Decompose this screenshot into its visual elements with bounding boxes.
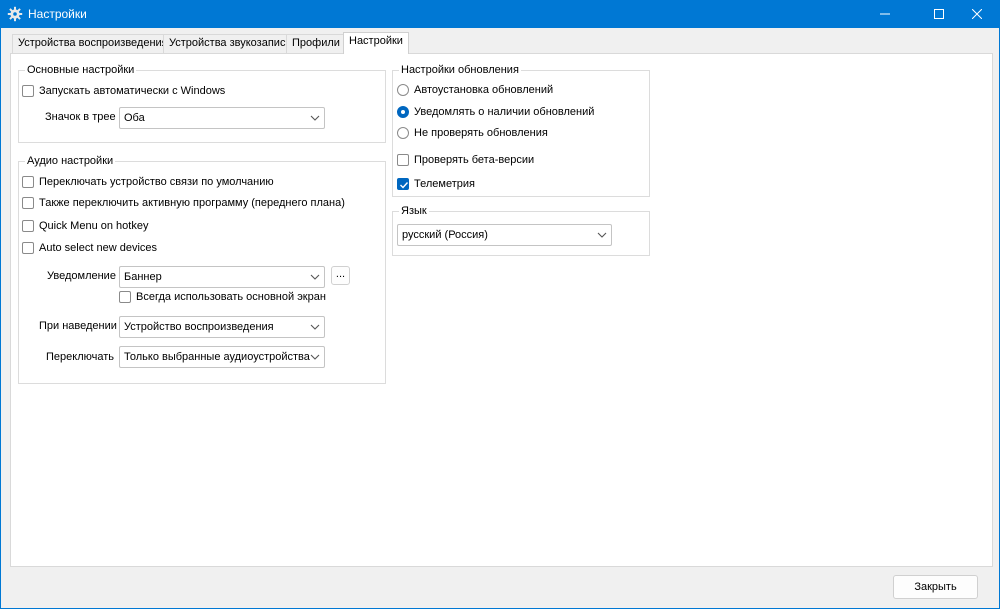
tab-recording-devices[interactable]: Устройства звукозаписи xyxy=(163,34,292,53)
autostart-checkbox[interactable]: Запускать автоматически с Windows xyxy=(22,85,225,97)
tab-settings[interactable]: Настройки xyxy=(343,32,409,54)
quick-menu-hotkey-checkbox[interactable]: Quick Menu on hotkey xyxy=(22,220,148,232)
auto-install-updates-radio[interactable]: Автоустановка обновлений xyxy=(397,84,553,96)
checkbox-label: Также переключить активную программу (пе… xyxy=(39,197,345,209)
language-select[interactable]: русский (Россия) xyxy=(397,224,612,246)
select-value: Устройство воспроизведения xyxy=(124,321,274,333)
checkbox-box[interactable] xyxy=(22,197,34,209)
radio-label: Автоустановка обновлений xyxy=(414,84,554,96)
button-label: ... xyxy=(335,268,346,280)
tab-label: Профили xyxy=(292,37,340,49)
switch-foreground-app-checkbox[interactable]: Также переключить активную программу (пе… xyxy=(22,197,345,209)
select-value: русский (Россия) xyxy=(402,229,488,241)
auto-select-devices-checkbox[interactable]: Auto select new devices xyxy=(22,242,157,254)
radio-label: Уведомлять о наличии обновлений xyxy=(414,106,595,118)
minimize-icon xyxy=(880,13,890,15)
checkbox-label: Запускать автоматически с Windows xyxy=(39,85,226,97)
chevron-down-icon xyxy=(310,354,320,360)
tab-label: Устройства звукозаписи xyxy=(169,37,292,49)
chevron-down-icon xyxy=(310,324,320,330)
title-bar[interactable]: Настройки xyxy=(0,0,1000,28)
tab-label: Устройства воспроизведения xyxy=(18,37,168,49)
select-value: Только выбранные аудиоустройства xyxy=(124,351,310,363)
hover-select[interactable]: Устройство воспроизведения xyxy=(119,316,325,338)
chevron-down-icon xyxy=(310,115,320,121)
tab-label: Настройки xyxy=(349,35,403,47)
tray-icon-select[interactable]: Оба xyxy=(119,107,325,129)
checkbox-label: Quick Menu on hotkey xyxy=(39,220,149,232)
radio-label: Не проверять обновления xyxy=(414,127,548,139)
notification-select[interactable]: Баннер xyxy=(119,266,325,288)
select-value: Баннер xyxy=(124,271,162,283)
group-title: Настройки обновления xyxy=(399,64,521,77)
notification-more-button[interactable]: ... xyxy=(331,266,350,285)
checkbox-box[interactable] xyxy=(22,242,34,254)
switch-mode-select[interactable]: Только выбранные аудиоустройства xyxy=(119,346,325,368)
close-window-button[interactable] xyxy=(954,0,1000,28)
primary-screen-checkbox[interactable]: Всегда использовать основной экран xyxy=(119,291,326,303)
checkbox-box[interactable] xyxy=(22,220,34,232)
checkbox-label: Всегда использовать основной экран xyxy=(136,291,326,303)
button-label: Закрыть xyxy=(914,581,957,593)
tray-icon-label: Значок в трее xyxy=(45,111,116,123)
checkmark-icon xyxy=(400,182,409,189)
window-title: Настройки xyxy=(28,7,87,21)
close-button[interactable]: Закрыть xyxy=(893,575,978,599)
checkbox-label: Телеметрия xyxy=(414,178,475,190)
radio-circle[interactable] xyxy=(397,127,409,139)
notification-label: Уведомление xyxy=(47,270,116,282)
no-check-updates-radio[interactable]: Не проверять обновления xyxy=(397,127,548,139)
radio-circle-selected[interactable] xyxy=(397,106,409,118)
tab-playback-devices[interactable]: Устройства воспроизведения xyxy=(12,34,168,53)
close-icon xyxy=(972,9,982,19)
switch-mode-label: Переключать xyxy=(46,351,114,363)
checkbox-box[interactable] xyxy=(22,176,34,188)
checkbox-label: Auto select new devices xyxy=(39,242,158,254)
switch-communication-device-checkbox[interactable]: Переключать устройство связи по умолчани… xyxy=(22,176,274,188)
checkbox-label: Переключать устройство связи по умолчани… xyxy=(39,176,274,188)
group-title: Основные настройки xyxy=(25,64,137,77)
chevron-down-icon xyxy=(597,232,607,238)
maximize-icon xyxy=(934,9,944,19)
minimize-button[interactable] xyxy=(862,0,908,28)
notify-updates-radio[interactable]: Уведомлять о наличии обновлений xyxy=(397,106,594,118)
checkbox-box-checked[interactable] xyxy=(397,178,409,190)
select-value: Оба xyxy=(124,112,145,124)
group-title: Язык xyxy=(399,205,429,218)
tab-profiles[interactable]: Профили xyxy=(286,34,344,53)
group-title: Аудио настройки xyxy=(25,155,116,168)
beta-versions-checkbox[interactable]: Проверять бета-версии xyxy=(397,154,534,166)
gear-icon xyxy=(7,6,23,22)
chevron-down-icon xyxy=(310,274,320,280)
radio-circle[interactable] xyxy=(397,84,409,96)
telemetry-checkbox[interactable]: Телеметрия xyxy=(397,178,475,190)
checkbox-box[interactable] xyxy=(119,291,131,303)
checkbox-label: Проверять бета-версии xyxy=(414,154,535,166)
checkbox-box[interactable] xyxy=(397,154,409,166)
hover-label: При наведении xyxy=(39,320,117,332)
checkbox-box[interactable] xyxy=(22,85,34,97)
